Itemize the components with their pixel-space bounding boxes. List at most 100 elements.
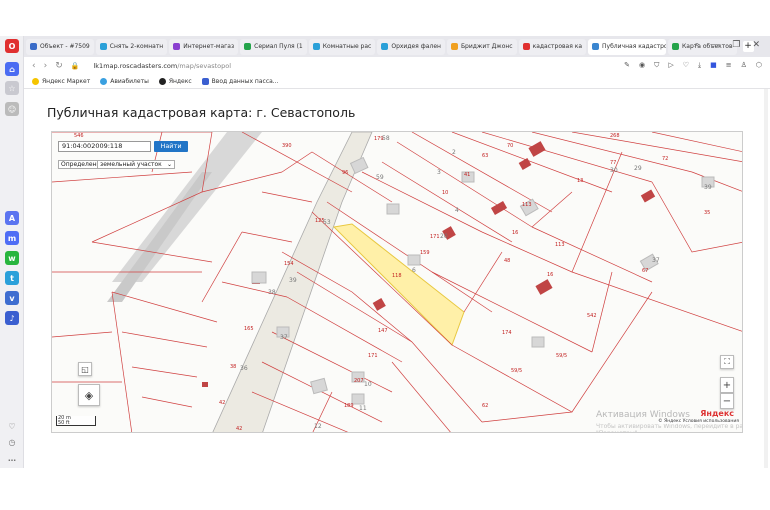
close-icon[interactable]: ✕ <box>752 40 760 50</box>
play-icon[interactable]: ▷ <box>668 61 673 70</box>
ai-icon[interactable]: ☺ <box>5 102 19 116</box>
menu-icon[interactable]: ≡ <box>726 61 732 70</box>
player-icon[interactable]: ♪ <box>5 311 19 325</box>
search-tabs-icon[interactable]: ⌕ <box>694 40 699 50</box>
zoom-in-button[interactable]: + <box>720 377 734 393</box>
history-icon[interactable]: ◷ <box>5 435 19 449</box>
tab-bar: Объект - #7509 Снять 2-комнатн Интернет-ма… <box>24 36 770 57</box>
scale-bar: 20 m 50 ft <box>56 416 96 426</box>
cadastral-map[interactable]: 546 390 179 58 2 63 70 268 72 96 59 3 41… <box>51 131 743 433</box>
parcel-label: 542 <box>587 313 597 319</box>
railway-line <box>107 172 212 302</box>
parcel-label: 59 <box>376 174 384 181</box>
tab-favicon-icon <box>522 43 530 50</box>
whatsapp-icon[interactable]: w <box>5 251 19 265</box>
heart-icon[interactable]: ♡ <box>683 61 689 70</box>
parcel-label: 6 <box>412 267 416 274</box>
windows-activation-text: Чтобы активировать Windows, перейдите в … <box>596 423 743 432</box>
shield-icon[interactable]: ⛉ <box>654 61 659 70</box>
ruler-icon[interactable]: ◱ <box>78 362 92 376</box>
address-bar: ‹ › ↻ 🔒 lk1map.roscadasters.com/map/seva… <box>24 57 770 75</box>
define-type-select[interactable]: земельный участок ⌄ <box>97 160 175 169</box>
browser-tab[interactable]: Интернет-магаз <box>169 38 239 55</box>
bookmarks-bar: Яндекс Маркет Авиабилеты Яндекс Ввод дан… <box>24 75 770 89</box>
parcel-label: 39 <box>704 184 712 191</box>
reload-icon[interactable]: ↻ <box>55 61 63 71</box>
telegram-icon[interactable]: t <box>5 271 19 285</box>
parcel-label: 154 <box>284 261 294 267</box>
extension-icon[interactable]: ■ <box>710 61 717 70</box>
maximize-icon[interactable]: ❐ <box>732 40 740 50</box>
parcel-label: 42 <box>219 400 225 406</box>
parcel-label: 174 <box>502 330 512 336</box>
chevron-down-icon: ⌄ <box>166 161 172 168</box>
more-icon[interactable]: … <box>5 451 19 465</box>
edit-icon[interactable]: ✎ <box>624 61 630 70</box>
tab-favicon-icon <box>592 43 600 50</box>
cadastral-search-input[interactable]: 91:04:002009:118 <box>58 141 151 152</box>
parcel-label: 70 <box>507 143 513 149</box>
yandex-logo: Яндекс <box>700 409 734 418</box>
tab-favicon-icon <box>312 43 320 50</box>
address-actions: ✎ ◉ ⛉ ▷ ♡ ⤓ ■ ≡ ♙ ⬡ <box>624 61 762 70</box>
map-copyright[interactable]: © Яндекс Условия использования <box>658 419 739 424</box>
tab-label: Снять 2-комнатн <box>109 43 164 50</box>
bookmark-item[interactable]: Яндекс Маркет <box>32 78 90 85</box>
camera-icon[interactable]: ◉ <box>639 61 645 70</box>
parcel-label: 63 <box>482 153 488 159</box>
parcel-label: 62 <box>482 403 488 409</box>
browser-tab[interactable]: Комнатные рас <box>308 38 376 55</box>
browser-tab[interactable]: Сериал Пуля (1 <box>240 38 307 55</box>
forward-icon[interactable]: › <box>44 61 48 71</box>
vk-icon[interactable]: v <box>5 291 19 305</box>
download-icon[interactable]: ⤓ <box>698 61 701 70</box>
parcel-label: 16 <box>547 272 553 278</box>
fullscreen-icon[interactable]: ⛶ <box>720 355 734 369</box>
selected-parcel <box>332 223 465 346</box>
tab-label: Бриджит Джонс <box>460 43 513 50</box>
profile-icon[interactable]: ♙ <box>741 61 747 70</box>
parcel-label: 189 <box>344 403 354 409</box>
map-canvas[interactable]: 546 390 179 58 2 63 70 268 72 96 59 3 41… <box>52 132 743 433</box>
parcel-label: 171 <box>368 353 378 359</box>
zoom-out-button[interactable]: − <box>720 393 734 409</box>
page-title: Публичная кадастровая карта: г. Севастоп… <box>47 105 356 120</box>
page-scrollbar[interactable] <box>764 89 768 468</box>
browser-tab[interactable]: Орхидея фален <box>377 38 445 55</box>
aria-icon[interactable]: A <box>5 211 19 225</box>
star-icon[interactable]: ☆ <box>5 81 19 95</box>
url-field[interactable]: lk1map.roscadasters.com/map/sevastopol <box>93 62 231 70</box>
browser-tab[interactable]: Снять 2-комнатн <box>95 38 168 55</box>
bookmark-item[interactable]: Авиабилеты <box>100 78 149 85</box>
heart-icon[interactable]: ♡ <box>5 419 19 433</box>
bookmark-item[interactable]: Яндекс <box>158 78 192 85</box>
browser-tab[interactable]: Публичная кадастровая <box>588 38 667 55</box>
bookmark-item[interactable]: Ввод данных пасса... <box>201 78 279 85</box>
parcel-label: 38 <box>268 289 276 296</box>
tab-favicon-icon <box>30 43 37 50</box>
parcel-label: 10 <box>364 381 372 388</box>
parcel-label: 42 <box>236 426 242 432</box>
find-button[interactable]: Найти <box>154 141 188 152</box>
parcel-label: 59/5 <box>556 353 567 359</box>
messenger-icon[interactable]: m <box>5 231 19 245</box>
layers-icon[interactable]: ◈ <box>78 384 100 406</box>
parcel-label: 10 <box>442 190 448 196</box>
browser-tab[interactable]: Бриджит Джонс <box>446 38 517 55</box>
browser-tab[interactable]: Объект - #7509 <box>26 38 94 55</box>
minimize-icon[interactable]: — <box>711 40 720 50</box>
cube-icon[interactable]: ⬡ <box>756 61 762 70</box>
parcel-label: 53 <box>323 219 331 226</box>
parcel-label: 113 <box>555 242 565 248</box>
parcel-label: 165 <box>244 326 254 332</box>
back-icon[interactable]: ‹ <box>32 61 36 71</box>
browser-tab[interactable]: кадастровая ка <box>518 38 587 55</box>
parcel-label: 11 <box>359 405 367 412</box>
opera-logo-icon[interactable]: O <box>5 39 19 53</box>
tab-label: Объект - #7509 <box>40 43 90 50</box>
parcel-label: 72 <box>662 156 668 162</box>
parcel-label: 390 <box>282 143 292 149</box>
tab-label: Публичная кадастровая <box>602 43 667 50</box>
parcel-label: 4 <box>455 207 459 214</box>
home-icon[interactable]: ⌂ <box>5 62 19 76</box>
